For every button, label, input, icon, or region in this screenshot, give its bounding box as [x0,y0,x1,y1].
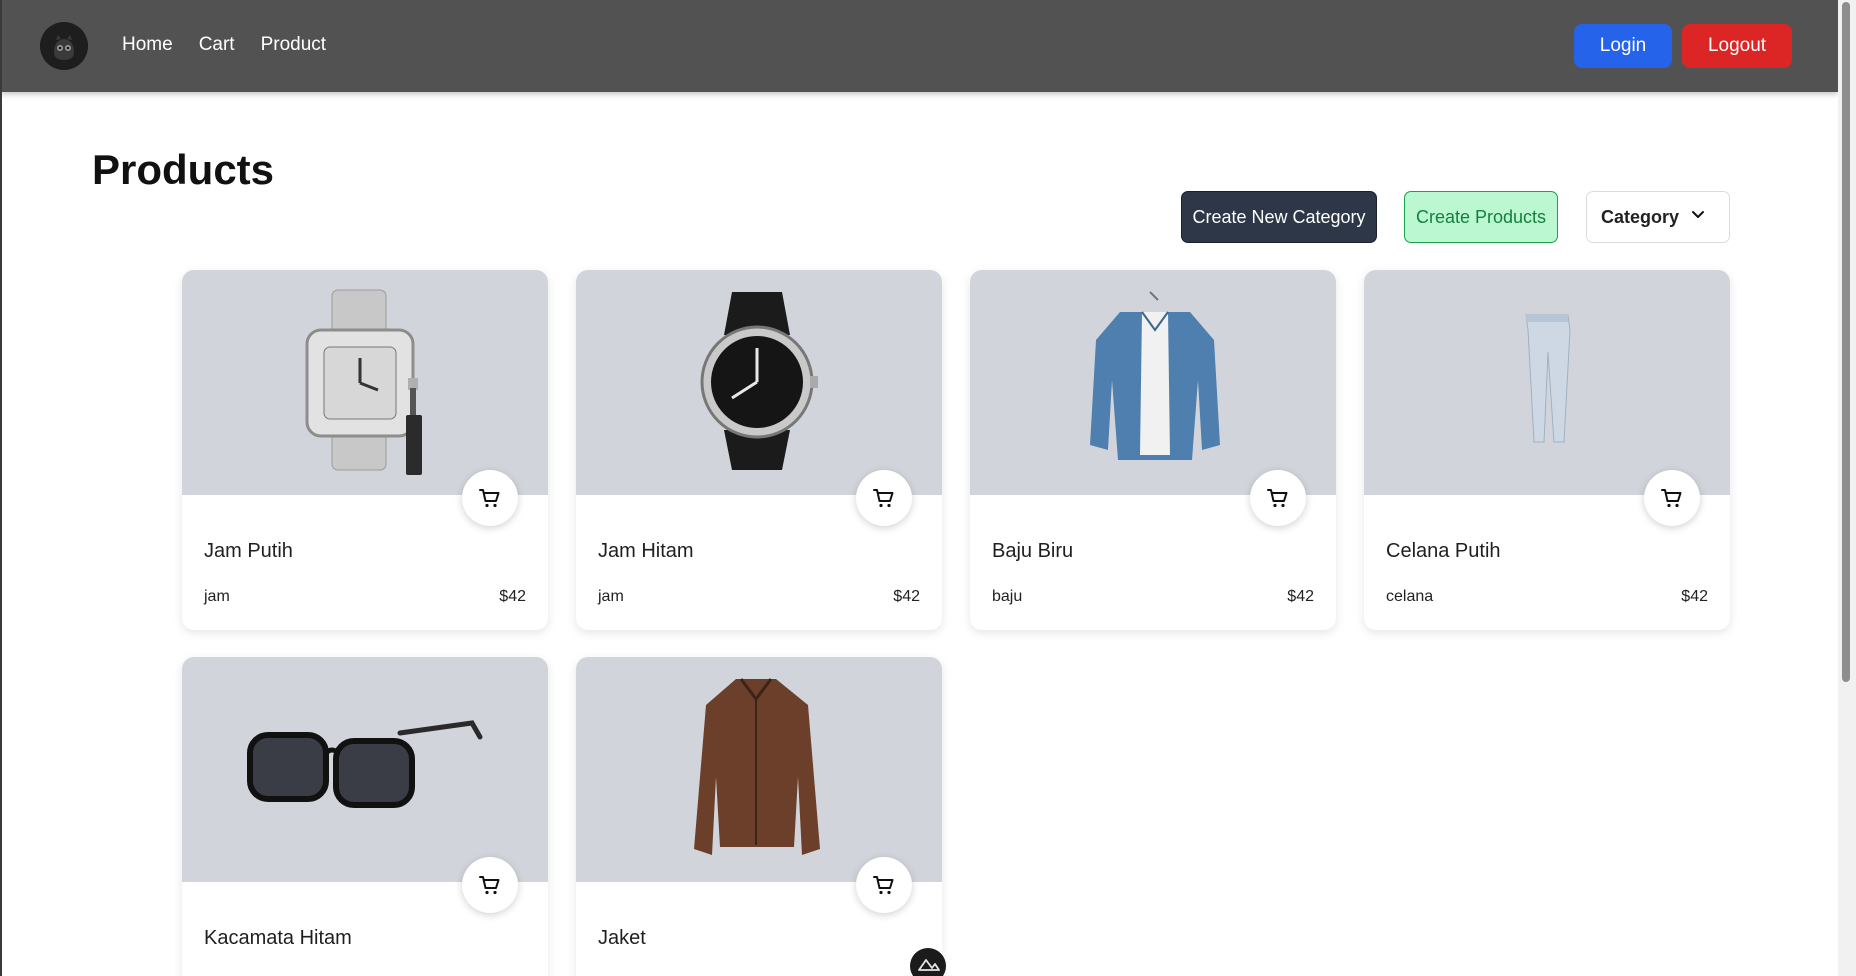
product-name: Jaket [598,927,646,949]
logout-button[interactable]: Logout [1682,24,1792,68]
cart-icon [873,876,894,895]
product-name: Celana Putih [1386,540,1501,562]
chevron-down-icon [1692,211,1704,218]
nav-links: Home Cart Product [122,34,326,56]
add-to-cart-button[interactable] [1250,470,1306,526]
devtools-badge[interactable] [910,948,946,976]
product-category: celana [1386,588,1434,605]
product-card[interactable]: Jam Hitam jam $42 [576,270,942,630]
top-navbar: Home Cart Product Login Logout [0,0,1838,92]
add-to-cart-button[interactable] [856,470,912,526]
product-category: jam [204,588,230,605]
silver-watch-image [305,289,422,475]
add-to-cart-button[interactable] [1644,470,1700,526]
create-products-button[interactable]: Create Products [1404,191,1558,243]
product-image [576,657,942,882]
scrollbar-thumb[interactable] [1842,2,1850,682]
add-to-cart-button[interactable] [462,470,518,526]
create-new-category-button[interactable]: Create New Category [1181,191,1377,243]
product-image [576,270,942,495]
product-card[interactable]: Jaket [576,657,942,976]
product-price: $42 [1681,588,1708,605]
nav-link-cart[interactable]: Cart [199,34,235,56]
product-category: jam [598,588,624,605]
page-title: Products [92,146,275,193]
product-image [1364,270,1730,495]
product-category: baju [992,588,1023,605]
window-edge [0,0,2,976]
product-card[interactable]: Kacamata Hitam [182,657,548,976]
cart-icon [479,876,500,895]
sunglasses-image [247,720,483,808]
cart-icon [873,489,894,508]
cart-icon [1267,489,1288,508]
avatar[interactable] [40,22,88,70]
product-name: Kacamata Hitam [204,927,352,949]
jeans-image [1525,314,1571,443]
nuxt-icon [918,959,940,971]
cart-icon [1661,489,1682,508]
category-select[interactable]: Category [1586,191,1730,243]
blue-shirt-image [1090,291,1220,460]
product-price: $42 [499,588,526,605]
product-price: $42 [1287,588,1314,605]
product-image [182,657,548,882]
product-price: $42 [893,588,920,605]
product-name: Jam Putih [204,540,293,562]
login-button[interactable]: Login [1574,24,1672,68]
owl-logo-icon [40,22,88,70]
nav-link-home[interactable]: Home [122,34,173,56]
product-card[interactable]: Celana Putih celana $42 [1364,270,1730,630]
product-card[interactable]: Baju Biru baju $42 [970,270,1336,630]
product-card[interactable]: Jam Putih jam $42 [182,270,548,630]
add-to-cart-button[interactable] [856,857,912,913]
product-image [970,270,1336,495]
nav-link-product[interactable]: Product [261,34,326,56]
product-name: Jam Hitam [598,540,694,562]
black-watch-image [700,292,818,470]
add-to-cart-button[interactable] [462,857,518,913]
product-name: Baju Biru [992,540,1074,562]
category-select-value: Category [1601,206,1680,227]
cart-icon [479,489,500,508]
jacket-image [694,678,820,855]
product-image [182,270,548,495]
